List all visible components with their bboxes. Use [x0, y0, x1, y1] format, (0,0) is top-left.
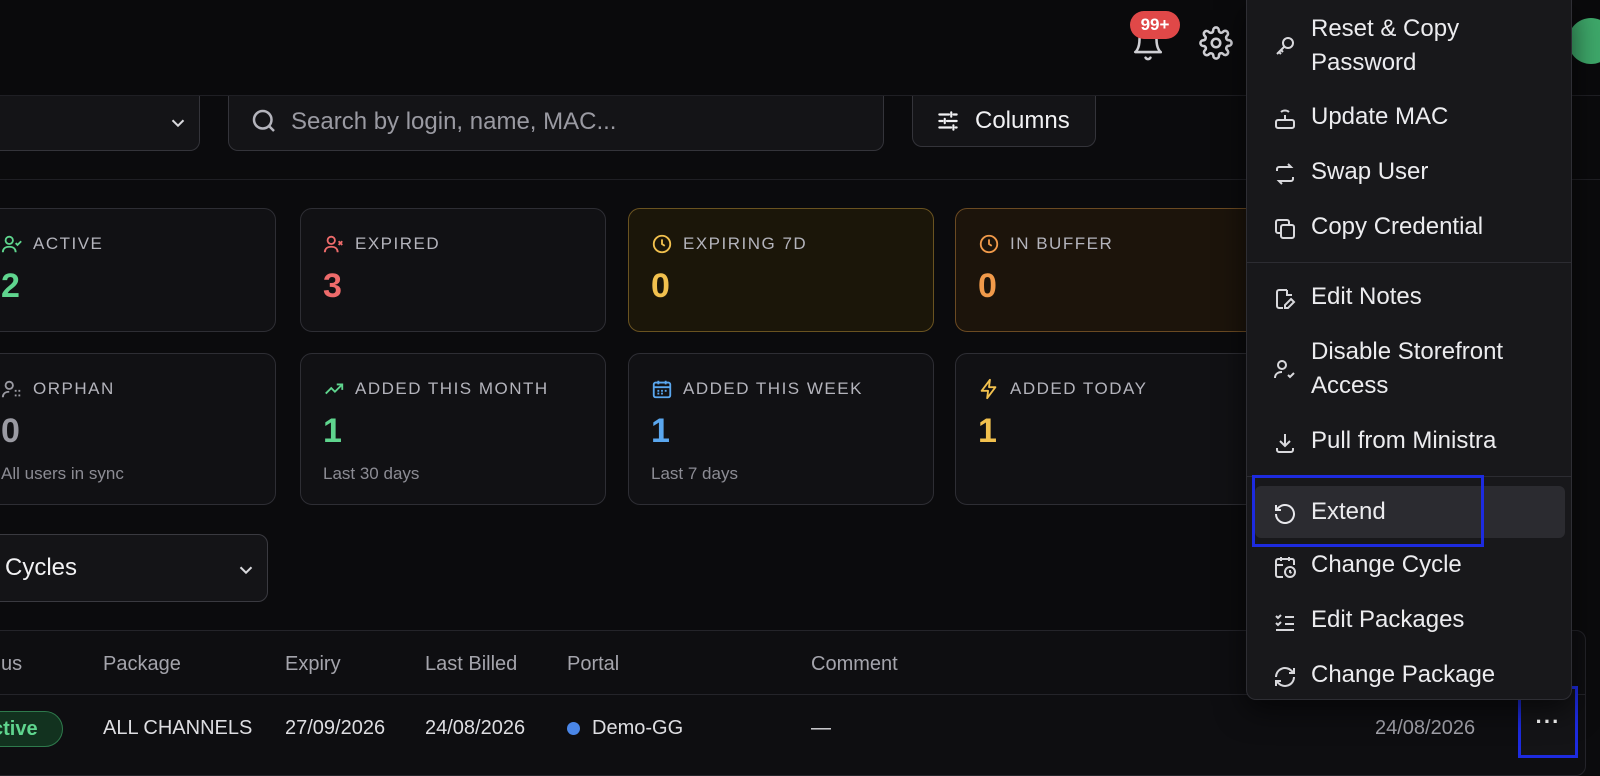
column-header-last-billed[interactable]: Last Billed	[425, 653, 517, 676]
cycles-filter-value: Cycles	[5, 554, 78, 581]
portal-dot	[567, 722, 580, 736]
stat-card-active[interactable]: ACTIVE 2	[0, 208, 276, 332]
menu-item-label: Disable Storefront Access	[1311, 338, 1504, 399]
search-icon	[252, 109, 275, 132]
stat-card-buffer[interactable]: IN BUFFER 0	[955, 208, 1261, 332]
sliders-icon	[938, 111, 958, 131]
chevron-down-icon	[171, 119, 185, 128]
cycles-filter-select[interactable]: Cycles	[0, 534, 268, 602]
cell-portal: Demo-GG	[567, 717, 683, 740]
menu-item-label: Pull from Ministra	[1311, 427, 1497, 454]
download-icon	[1276, 434, 1294, 453]
menu-item-label: Update MAC	[1311, 103, 1449, 130]
stat-label: ADDED TODAY	[1010, 379, 1148, 398]
stat-value: 0	[978, 267, 997, 305]
user-x-icon	[323, 235, 343, 253]
stat-label: ADDED THIS WEEK	[683, 379, 863, 398]
stat-subtext: All users in sync	[1, 464, 124, 483]
search-input[interactable]	[291, 104, 851, 140]
stat-card-orphan[interactable]: ORPHAN 0 All users in sync	[0, 353, 276, 505]
menu-item-change-package[interactable]: Change Package	[1255, 658, 1565, 696]
cell-package: ALL CHANNELS	[103, 717, 253, 739]
column-header-status[interactable]: us	[1, 653, 22, 676]
stat-label: EXPIRING 7D	[683, 234, 808, 253]
checklist-icon	[1275, 614, 1294, 631]
copy-icon	[1275, 219, 1295, 239]
status-filter-select[interactable]	[0, 96, 200, 151]
cell-expiry: 27/09/2026	[285, 717, 386, 739]
menu-item-label: Edit Notes	[1311, 283, 1422, 310]
menu-item-extend[interactable]: Extend	[1255, 486, 1565, 538]
notification-badge: 99+	[1130, 11, 1180, 39]
menu-item-label: Change Package	[1311, 661, 1496, 688]
chevron-down-icon	[239, 566, 253, 575]
columns-button[interactable]: Columns	[912, 96, 1096, 147]
stat-value: 1	[651, 412, 670, 450]
menu-item-label: Reset & Copy Password	[1311, 15, 1460, 76]
stat-label: ADDED THIS MONTH	[355, 379, 549, 398]
stat-subtext: Last 30 days	[323, 464, 420, 483]
menu-item-label: Copy Credential	[1311, 213, 1484, 240]
stat-value: 2	[1, 267, 20, 305]
stat-label: EXPIRED	[355, 234, 441, 253]
cell-date: 24/08/2026	[1375, 717, 1476, 739]
menu-item-label: Edit Packages	[1311, 606, 1465, 633]
menu-item-edit-packages[interactable]: Edit Packages	[1255, 603, 1565, 641]
stat-value: 0	[1, 412, 20, 450]
stat-label: ORPHAN	[33, 379, 115, 398]
stat-label: ACTIVE	[33, 234, 104, 253]
rotate-icon	[1275, 504, 1295, 524]
gear-icon[interactable]	[1199, 26, 1233, 60]
menu-item-reset-copy-password[interactable]: Reset & Copy Password	[1255, 12, 1565, 82]
cell-last-billed: 24/08/2026	[425, 717, 526, 739]
stat-value: 0	[651, 267, 670, 305]
key-icon	[1276, 37, 1294, 55]
menu-item-edit-notes[interactable]: Edit Notes	[1255, 280, 1565, 318]
column-header-portal[interactable]: Portal	[567, 653, 619, 676]
column-header-comment[interactable]: Comment	[811, 653, 898, 676]
note-edit-icon	[1276, 289, 1296, 309]
menu-item-copy-credential[interactable]: Copy Credential	[1255, 210, 1565, 248]
status-badge: ctive	[0, 711, 63, 747]
stat-card-added-month[interactable]: ADDED THIS MONTH 1 Last 30 days	[300, 353, 606, 505]
column-header-expiry[interactable]: Expiry	[285, 653, 341, 676]
columns-label: Columns	[975, 107, 1070, 134]
stat-card-expired[interactable]: EXPIRED 3	[300, 208, 606, 332]
swap-icon	[1276, 163, 1294, 185]
menu-item-disable-storefront[interactable]: Disable Storefront Access	[1255, 335, 1565, 405]
stat-subtext: Last 7 days	[651, 464, 738, 483]
calendar-clock-icon	[1275, 557, 1296, 578]
menu-item-update-mac[interactable]: Update MAC	[1255, 100, 1565, 138]
clock-icon	[652, 234, 672, 254]
router-icon	[1275, 109, 1295, 129]
menu-divider	[1247, 262, 1571, 263]
row-actions-menu: Reset & Copy Password Update MAC Swap Us…	[1246, 0, 1572, 700]
stat-value: 1	[323, 412, 342, 450]
menu-divider	[1247, 476, 1571, 477]
cell-comment: —	[811, 717, 831, 739]
menu-item-label: Swap User	[1311, 158, 1429, 185]
stat-value: 1	[978, 412, 997, 450]
lightning-icon	[980, 378, 997, 400]
cell-portal-label: Demo-GG	[592, 717, 684, 739]
menu-item-swap-user[interactable]: Swap User	[1255, 155, 1565, 193]
menu-item-label: Extend	[1311, 498, 1386, 525]
stat-label: IN BUFFER	[1010, 234, 1114, 253]
stat-card-added-today[interactable]: ADDED TODAY 1	[955, 353, 1261, 505]
stat-card-expiring[interactable]: EXPIRING 7D 0	[628, 208, 934, 332]
user-check-icon	[1, 235, 22, 253]
refresh-icon	[1275, 667, 1295, 687]
clock-icon	[979, 234, 999, 254]
menu-item-pull-ministra[interactable]: Pull from Ministra	[1255, 424, 1565, 462]
trending-up-icon	[325, 383, 344, 395]
menu-item-label: Change Cycle	[1311, 551, 1462, 578]
user-check-icon	[1274, 360, 1295, 379]
stat-value: 3	[323, 267, 342, 305]
stat-card-added-week[interactable]: ADDED THIS WEEK 1 Last 7 days	[628, 353, 934, 505]
search-box	[228, 96, 884, 151]
column-header-package[interactable]: Package	[103, 653, 181, 676]
calendar-icon	[652, 380, 672, 399]
unlink-icon	[1, 380, 21, 398]
menu-item-change-cycle[interactable]: Change Cycle	[1255, 548, 1565, 586]
